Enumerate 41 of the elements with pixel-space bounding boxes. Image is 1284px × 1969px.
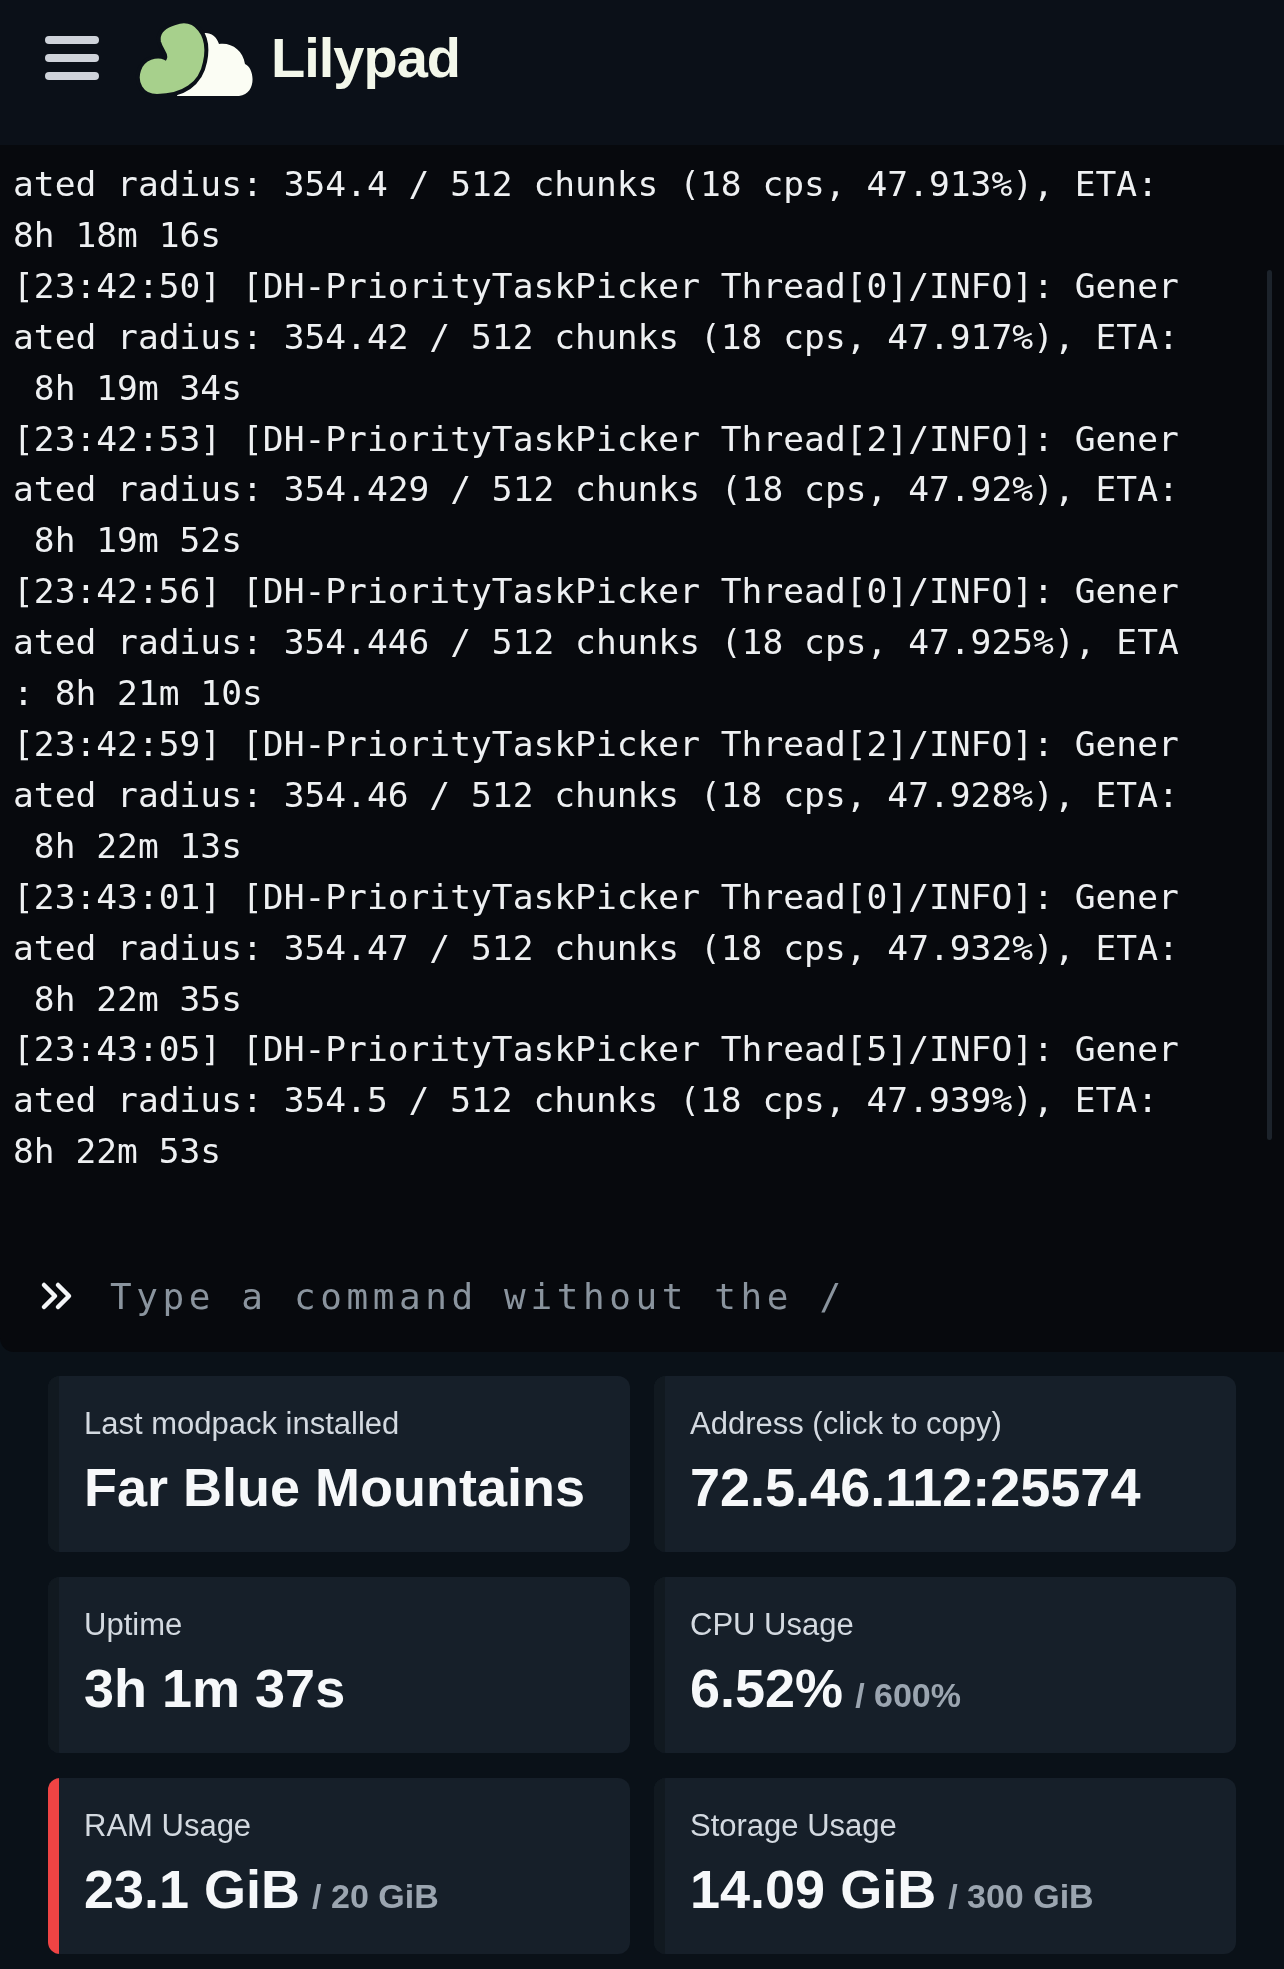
stat-label: Uptime [84, 1607, 184, 1643]
stat-value: 72.5.46.112:25574 [690, 1456, 1141, 1518]
log-line: ated radius: 354.42 / 512 chunks (18 cps, 47.917%), ETA: [13, 315, 1180, 359]
log-line: [23:42:50] [DH-PriorityTaskPicker Thread[0]/INFO]: Gener [13, 264, 1180, 308]
stat-value: 6.52% [690, 1657, 844, 1719]
stat-value: Far Blue Mountains [84, 1456, 586, 1518]
stat-label: Last modpack installed [84, 1406, 401, 1442]
stat-label: CPU Usage [690, 1607, 855, 1643]
log-line: [23:42:53] [DH-PriorityTaskPicker Thread[2]/INFO]: Gener [13, 417, 1180, 461]
stat-limit: / 300 GiB [948, 1877, 1094, 1916]
command-field[interactable]: Type a command without the / [0, 1240, 1284, 1352]
stat-label: Address (click to copy) [690, 1406, 1003, 1442]
log-line: [23:43:01] [DH-PriorityTaskPicker Thread[0]/INFO]: Gener [13, 875, 1180, 919]
log-line: 8h 22m 35s [32, 977, 243, 1021]
app-title: Lilypad [271, 25, 461, 90]
log-line: ated radius: 354.4 / 512 chunks (18 cps, 47.913%), ETA: [13, 163, 1159, 206]
stat-label: RAM Usage [84, 1808, 253, 1844]
log-line: : 8h 21m 10s [13, 672, 264, 716]
log-line: 8h 19m 52s [32, 519, 243, 563]
stat-value: 14.09 GiB [690, 1858, 937, 1920]
log-line: ated radius: 354.46 / 512 chunks (18 cps, 47.928%), ETA: [13, 773, 1180, 817]
stat-label: Storage Usage [690, 1808, 898, 1844]
stat-value: 3h 1m 37s [84, 1657, 346, 1719]
chevrons-icon [40, 1281, 74, 1311]
stat-value: 23.1 GiB [84, 1858, 301, 1920]
scrollbar[interactable] [1267, 270, 1272, 1140]
command-input[interactable]: Type a command without the / [110, 1275, 1110, 1317]
stat-limit: / 20 GiB [312, 1877, 439, 1916]
log-line: [23:42:56] [DH-PriorityTaskPicker Thread[0]/INFO]: Gener [13, 570, 1180, 614]
log-line: [23:42:59] [DH-PriorityTaskPicker Thread[2]/INFO]: Gener [13, 722, 1180, 766]
log-line: ated radius: 354.429 / 512 chunks (18 cps, 47.92%), ETA: [13, 468, 1180, 512]
log-line: 8h 22m 13s [32, 824, 243, 868]
stat-limit: / 600% [855, 1676, 961, 1715]
log-line: [23:43:05] [DH-PriorityTaskPicker Thread[5]/INFO]: Gener [13, 1028, 1180, 1072]
menu-icon[interactable] [45, 35, 99, 80]
log-line: 8h 19m 34s [32, 366, 243, 410]
log-line: ated radius: 354.5 / 512 chunks (18 cps, 47.939%), ETA: [13, 1079, 1159, 1123]
log-line: ated radius: 354.446 / 512 chunks (18 cps, 47.925%), ETA [13, 621, 1180, 665]
log-line: 8h 18m 16s [13, 213, 223, 257]
log-line: 8h 22m 53s [13, 1130, 223, 1174]
log-line: ated radius: 354.47 / 512 chunks (18 cps, 47.932%), ETA: [13, 926, 1180, 970]
